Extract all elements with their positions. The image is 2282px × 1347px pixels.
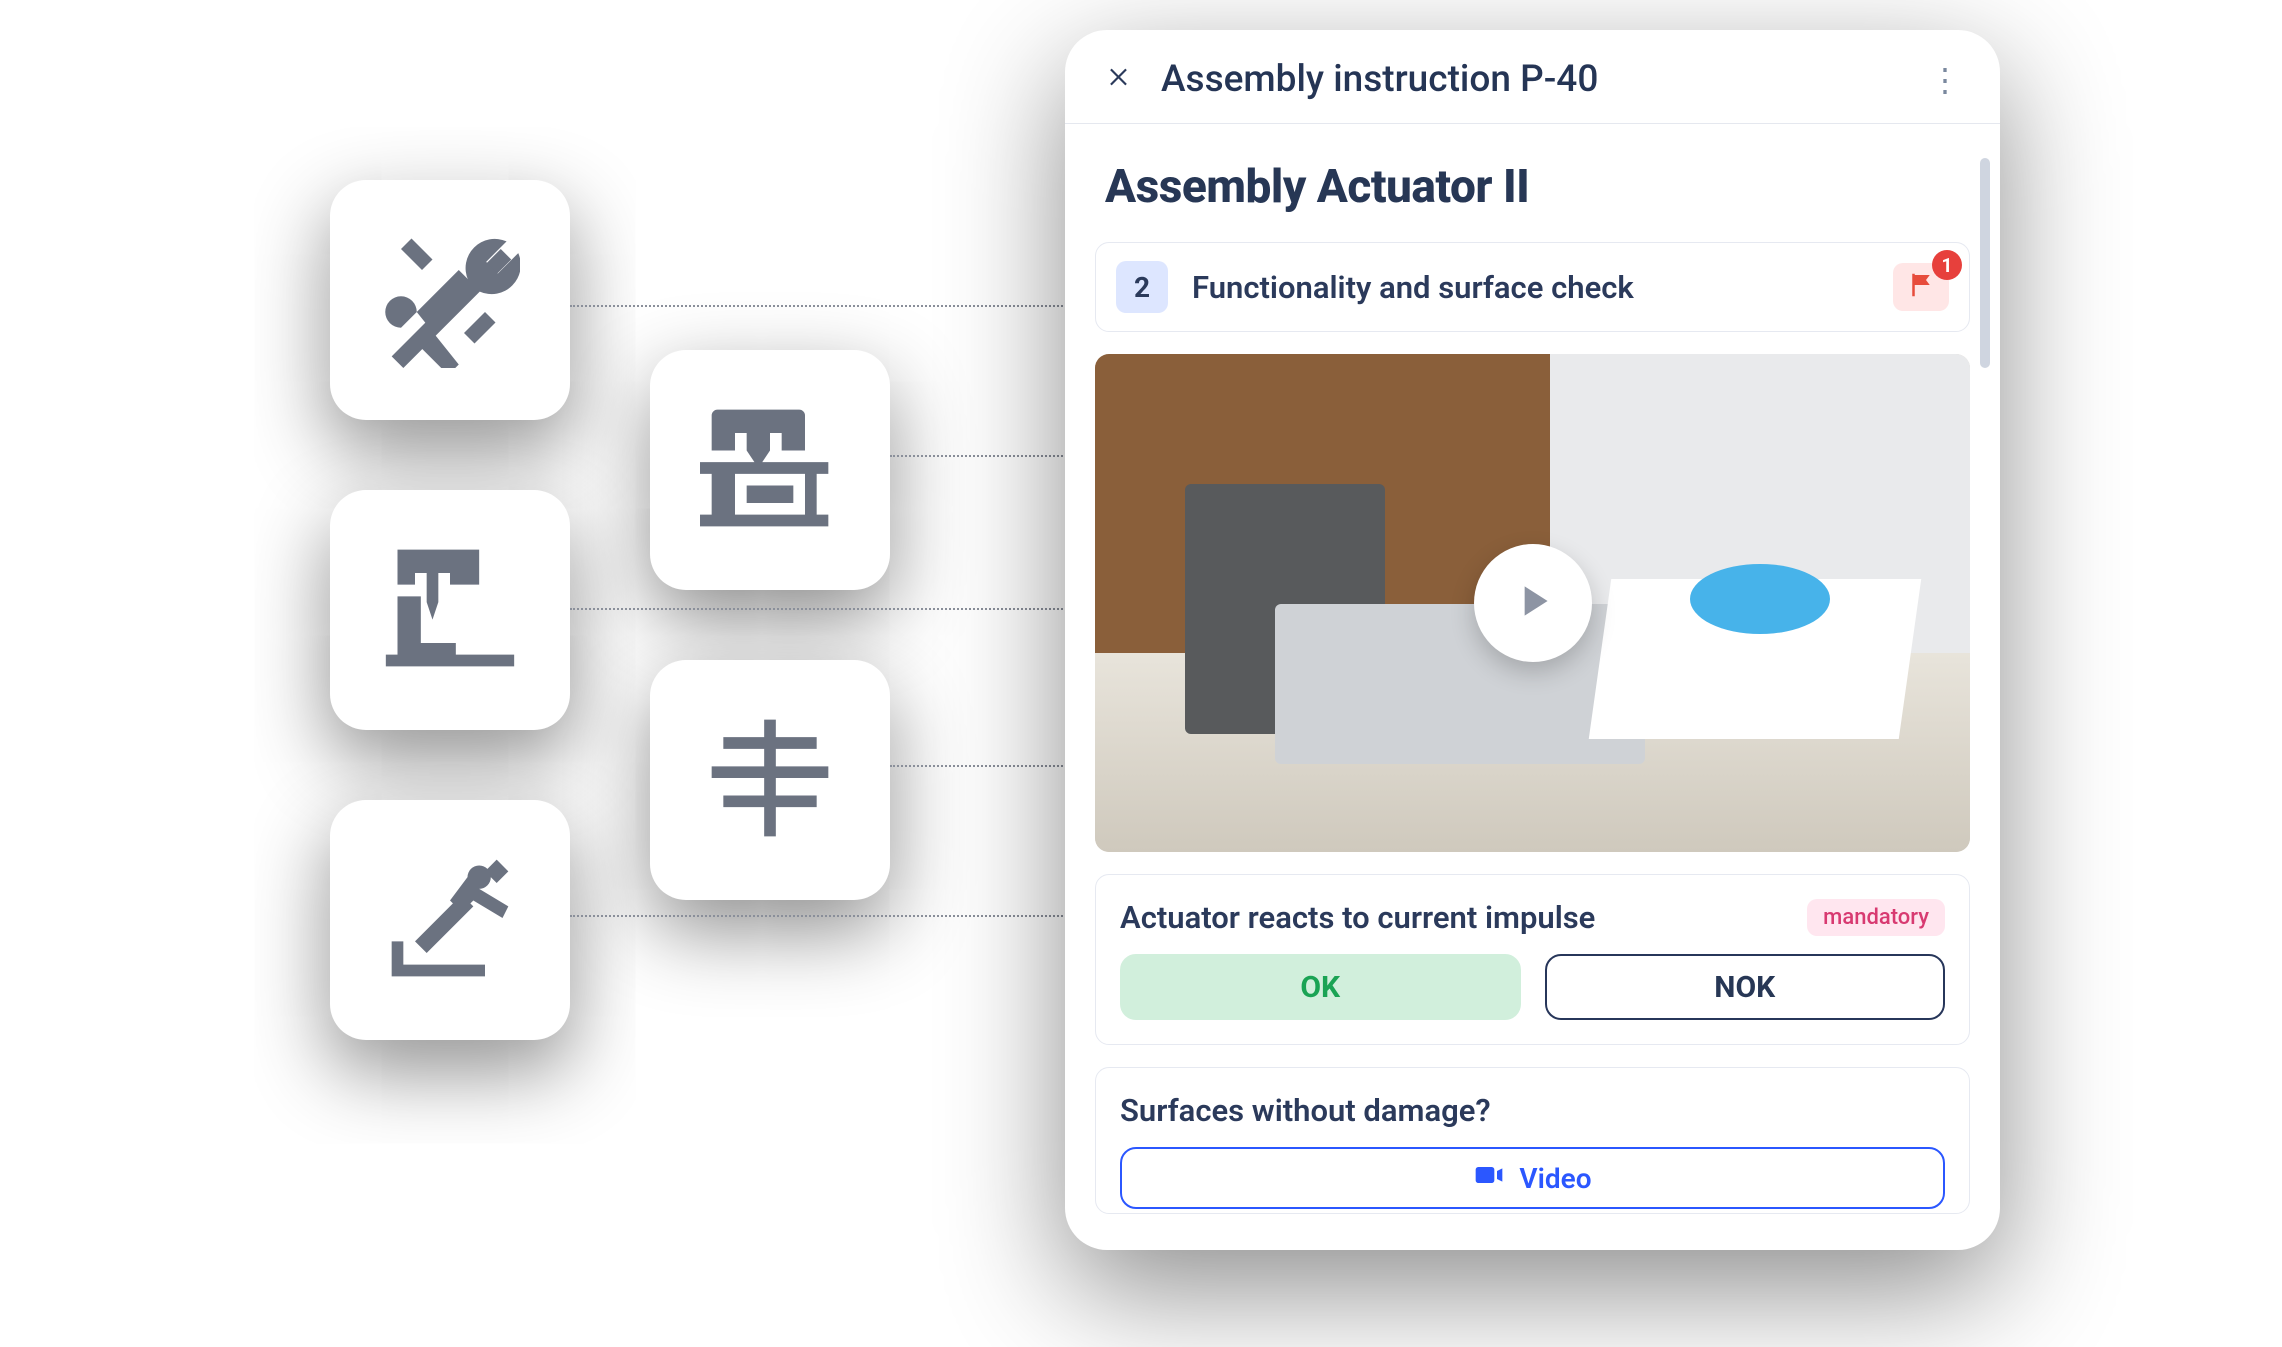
- category-tile-tools[interactable]: [330, 180, 570, 420]
- instruction-card: Assembly instruction P-40 ⋮ Assembly Act…: [1065, 30, 2000, 1250]
- card-body: Assembly Actuator II 2 Functionality and…: [1065, 124, 2000, 1250]
- category-tile-robot[interactable]: [330, 800, 570, 1040]
- instruction-video[interactable]: [1095, 354, 1970, 852]
- record-video-button[interactable]: Video: [1120, 1147, 1945, 1209]
- category-tile-caliper[interactable]: [650, 660, 890, 900]
- step-number: 2: [1116, 261, 1168, 313]
- icon-cluster: [270, 180, 990, 1200]
- mandatory-badge: mandatory: [1807, 899, 1945, 936]
- more-menu-button[interactable]: ⋮: [1926, 61, 1964, 99]
- caliper-icon: [700, 708, 840, 852]
- drill-press-icon: [380, 538, 520, 682]
- flag-icon: [1906, 270, 1936, 304]
- flag-indicator[interactable]: 1: [1893, 263, 1949, 311]
- video-camera-icon: [1473, 1159, 1505, 1198]
- answer-nok-button[interactable]: NOK: [1545, 954, 1946, 1020]
- scrollbar[interactable]: [1980, 158, 1990, 368]
- card-title: Assembly instruction P-40: [1161, 58, 1904, 101]
- robot-arm-icon: [380, 848, 520, 992]
- question-block-1: Actuator reacts to current impulse manda…: [1095, 874, 1970, 1045]
- page-title: Assembly Actuator II: [1095, 148, 1970, 220]
- play-button[interactable]: [1474, 544, 1592, 662]
- kebab-icon: ⋮: [1929, 61, 1961, 99]
- cnc-machine-icon: [700, 398, 840, 542]
- tools-icon: [380, 228, 520, 372]
- step-title: Functionality and surface check: [1192, 269, 1869, 306]
- card-header: Assembly instruction P-40 ⋮: [1065, 30, 2000, 124]
- category-tile-drill[interactable]: [330, 490, 570, 730]
- step-header[interactable]: 2 Functionality and surface check 1: [1095, 242, 1970, 332]
- question-block-2: Surfaces without damage? Video: [1095, 1067, 1970, 1214]
- flag-count-badge: 1: [1932, 250, 1962, 280]
- close-button[interactable]: [1101, 61, 1139, 99]
- play-icon: [1508, 576, 1558, 630]
- close-icon: [1107, 64, 1133, 96]
- answer-ok-button[interactable]: OK: [1120, 954, 1521, 1020]
- question-text: Actuator reacts to current impulse: [1120, 899, 1595, 936]
- category-tile-cnc[interactable]: [650, 350, 890, 590]
- question-text: Surfaces without damage?: [1120, 1092, 1491, 1129]
- video-button-label: Video: [1519, 1162, 1591, 1195]
